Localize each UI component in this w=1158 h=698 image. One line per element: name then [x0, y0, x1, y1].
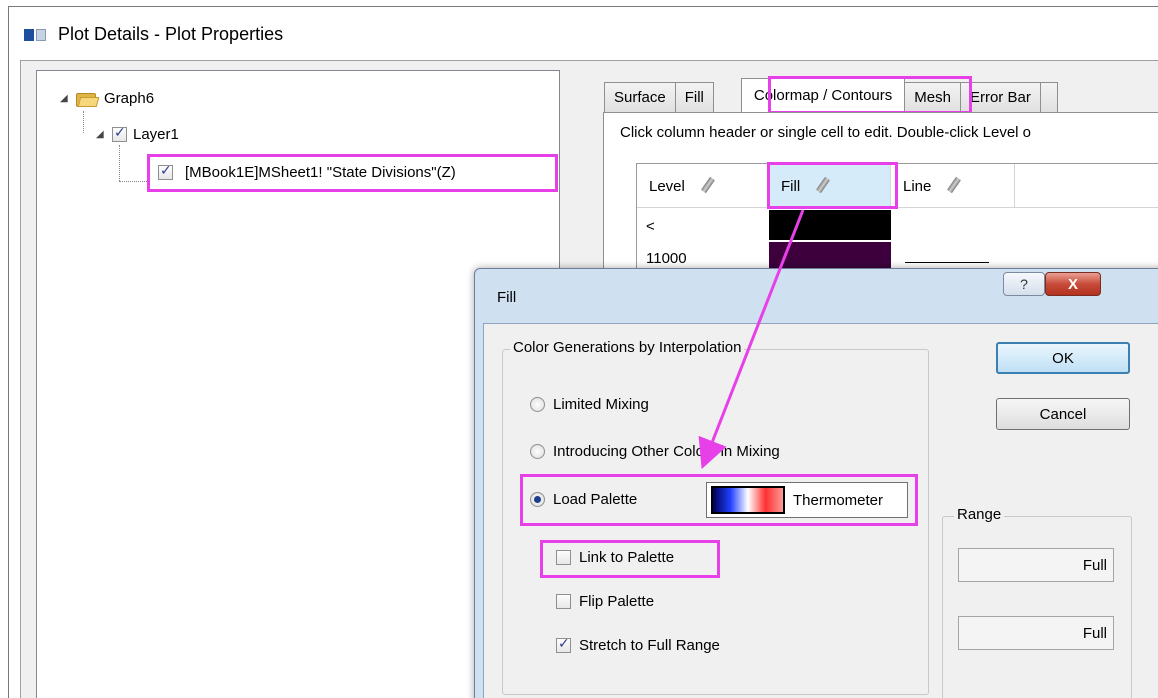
introducing-colors-label: Introducing Other Colors in Mixing: [553, 443, 780, 460]
ok-button[interactable]: OK: [996, 342, 1130, 374]
collapse-triangle-icon[interactable]: ◢: [96, 129, 106, 140]
flip-palette-option[interactable]: Flip Palette: [556, 593, 654, 610]
load-palette-radio[interactable]: [530, 492, 545, 507]
range-group: [942, 516, 1132, 698]
tree-item-layer-label: Layer1: [133, 126, 179, 143]
property-tabs: Surface Fill Colormap / Contours Mesh Er…: [604, 78, 1058, 112]
fill-column-header[interactable]: Fill: [769, 164, 891, 208]
stretch-full-range-option[interactable]: Stretch to Full Range: [556, 635, 720, 654]
tree-item-layer[interactable]: ◢ Layer1: [96, 124, 179, 143]
level-header-label: Level: [649, 177, 685, 195]
tab-overflow[interactable]: [1039, 82, 1058, 112]
window-titlebar: Plot Details - Plot Properties: [24, 24, 283, 45]
load-palette-label: Load Palette: [553, 491, 638, 508]
level-column-header[interactable]: Level: [637, 164, 769, 208]
line-header-label: Line: [903, 177, 932, 195]
tab-surface[interactable]: Surface: [604, 82, 676, 112]
dialog-title: Fill: [497, 289, 517, 306]
introducing-colors-radio[interactable]: [530, 444, 545, 459]
tree-item-plot-label: [MBook1E]MSheet1! "State Divisions"(Z): [185, 164, 456, 181]
fill-color-cell[interactable]: [769, 210, 891, 240]
tab-error-bar[interactable]: Error Bar: [959, 82, 1041, 112]
line-column-header[interactable]: Line: [891, 164, 1015, 208]
cancel-button[interactable]: Cancel: [996, 398, 1130, 430]
palette-swatch: [711, 486, 785, 514]
level-cell[interactable]: <: [646, 218, 655, 235]
flip-palette-checkbox[interactable]: [556, 594, 571, 609]
tab-fill[interactable]: Fill: [674, 82, 714, 112]
interpolation-group-title: Color Generations by Interpolation: [510, 339, 745, 356]
window-title: Plot Details - Plot Properties: [58, 24, 284, 44]
tree-item-graph-label: Graph6: [104, 90, 155, 107]
pencil-icon: [699, 177, 717, 195]
link-to-palette-label: Link to Palette: [579, 549, 675, 566]
close-button[interactable]: X: [1045, 272, 1101, 296]
stretch-full-range-checkbox[interactable]: [556, 635, 571, 653]
limited-mixing-option[interactable]: Limited Mixing: [530, 396, 649, 413]
plot-checkbox[interactable]: [158, 162, 173, 180]
colormap-hint: Click column header or single cell to ed…: [620, 124, 1032, 141]
help-button[interactable]: ?: [1003, 272, 1045, 296]
stretch-full-range-label: Stretch to Full Range: [579, 637, 720, 654]
palette-name: Thermometer: [793, 491, 884, 509]
grid-header: Level Fill Line: [637, 164, 1158, 208]
link-to-palette-option[interactable]: Link to Palette: [556, 549, 674, 566]
level-cell[interactable]: 11000: [646, 250, 687, 267]
load-palette-option[interactable]: Load Palette: [530, 491, 637, 508]
introducing-colors-option[interactable]: Introducing Other Colors in Mixing: [530, 443, 780, 460]
range-group-title: Range: [954, 506, 1005, 523]
pencil-icon: [814, 177, 832, 195]
tree-item-plot[interactable]: [MBook1E]MSheet1! "State Divisions"(Z): [158, 162, 456, 181]
pencil-icon: [945, 177, 963, 195]
tab-colormap-contours[interactable]: Colormap / Contours: [740, 78, 906, 112]
tree-item-graph[interactable]: ◢ Graph6: [60, 90, 154, 107]
line-sample: [905, 262, 989, 263]
range-to-field[interactable]: Full: [958, 616, 1114, 650]
range-from-field[interactable]: Full: [958, 548, 1114, 582]
collapse-triangle-icon[interactable]: ◢: [60, 93, 70, 104]
layer-checkbox[interactable]: [112, 124, 127, 142]
origin-app-icon: [24, 27, 48, 43]
fill-header-label: Fill: [781, 177, 801, 195]
limited-mixing-label: Limited Mixing: [553, 396, 649, 413]
palette-selector[interactable]: Thermometer: [706, 482, 908, 518]
link-to-palette-checkbox[interactable]: [556, 550, 571, 565]
flip-palette-label: Flip Palette: [579, 593, 655, 610]
tab-mesh[interactable]: Mesh: [904, 82, 961, 112]
folder-open-icon: [76, 91, 100, 107]
limited-mixing-radio[interactable]: [530, 397, 545, 412]
